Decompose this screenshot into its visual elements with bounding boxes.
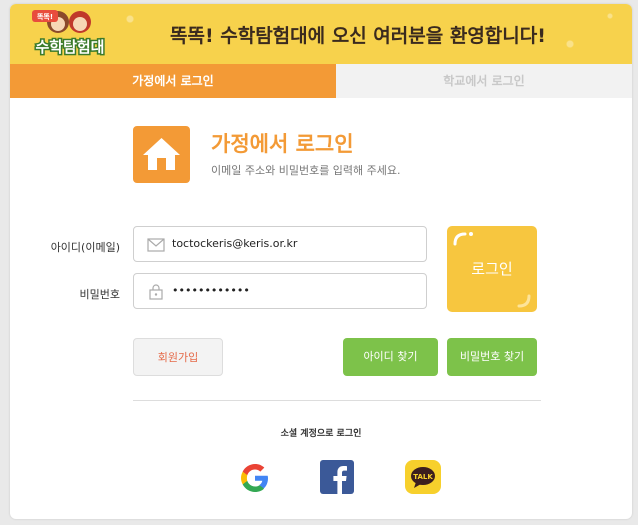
svg-text:수학탐험대: 수학탐험대 xyxy=(35,38,104,56)
social-login-title: 소셜 계정으로 로그인 xyxy=(280,429,362,439)
email-value[interactable]: toctockeris@keris.or.kr xyxy=(172,227,412,261)
house-icon xyxy=(133,126,190,183)
section-title: 가정에서 로그인 xyxy=(211,132,354,156)
password-value[interactable]: •••••••••••• xyxy=(172,274,412,308)
facebook-icon[interactable] xyxy=(320,460,354,494)
section-subtitle: 이메일 주소와 비밀번호를 입력해 주세요. xyxy=(211,164,401,177)
tab-home-login[interactable]: 가정에서 로그인 xyxy=(10,64,336,98)
divider xyxy=(133,400,541,401)
password-label: 비밀번호 xyxy=(79,288,120,301)
email-field[interactable]: toctockeris@keris.or.kr xyxy=(133,226,427,262)
mail-icon xyxy=(147,238,165,252)
signup-button[interactable]: 회원가입 xyxy=(133,338,223,376)
login-tabs: 가정에서 로그인 학교에서 로그인 xyxy=(10,64,632,98)
find-id-button[interactable]: 아이디 찾기 xyxy=(343,338,438,376)
google-icon[interactable] xyxy=(237,460,273,496)
welcome-title: 똑똑! 수학탐험대에 오신 여러분을 환영합니다! xyxy=(170,25,546,47)
header-banner: 똑똑! 수학탐험대 똑똑! 수학탐험대에 오신 여러분을 환영합니다! xyxy=(10,4,632,64)
svg-text:똑똑!: 똑똑! xyxy=(37,12,53,21)
password-field[interactable]: •••••••••••• xyxy=(133,273,427,309)
id-label: 아이디(이메일) xyxy=(50,241,120,254)
app-logo: 똑똑! 수학탐험대 xyxy=(32,10,106,58)
login-card: 똑똑! 수학탐험대 똑똑! 수학탐험대에 오신 여러분을 환영합니다! 가정에서… xyxy=(10,4,632,519)
login-button-label: 로그인 xyxy=(471,260,513,278)
tab-school-login[interactable]: 학교에서 로그인 xyxy=(336,64,632,98)
svg-text:TALK: TALK xyxy=(413,473,433,481)
lock-icon xyxy=(149,284,163,300)
find-password-button[interactable]: 비밀번호 찾기 xyxy=(447,338,537,376)
kakaotalk-icon[interactable]: TALK xyxy=(405,460,441,494)
login-button[interactable]: 로그인 xyxy=(447,226,537,312)
